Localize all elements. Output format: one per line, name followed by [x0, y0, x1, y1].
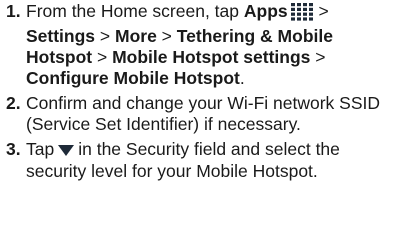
separator: > [95, 26, 115, 46]
step-number: 1. [6, 1, 21, 21]
step-number: 2. [6, 93, 21, 113]
separator: > [92, 47, 113, 67]
separator: > [313, 1, 329, 21]
dropdown-arrow-icon [58, 140, 75, 161]
step-end: . [239, 68, 245, 88]
step-number: 3. [6, 139, 21, 159]
separator: > [310, 47, 326, 67]
more-label: More [115, 26, 157, 46]
instruction-document: 1. From the Home screen, tap Apps > Sett… [0, 0, 393, 246]
settings-label: Settings [26, 26, 96, 46]
separator: > [156, 26, 177, 46]
apps-grid-icon [290, 3, 313, 26]
steps-list: 1. From the Home screen, tap Apps > Sett… [0, 1, 393, 182]
step-text: Tap [26, 139, 55, 159]
step-3: 3. Tap in the Security field and select t… [0, 139, 393, 182]
apps-label: Apps [243, 1, 288, 21]
configure-hotspot-label: Configure Mobile Hotspot [26, 68, 240, 88]
step-text: Confirm and change your Wi-Fi network SS… [26, 93, 381, 134]
step-2: 2. Confirm and change your Wi-Fi network… [0, 93, 393, 135]
step-1: 1. From the Home screen, tap Apps > Sett… [0, 1, 393, 89]
hotspot-settings-label: Mobile Hotspot settings [112, 47, 311, 67]
step-text: From the Home screen, tap [26, 1, 244, 21]
